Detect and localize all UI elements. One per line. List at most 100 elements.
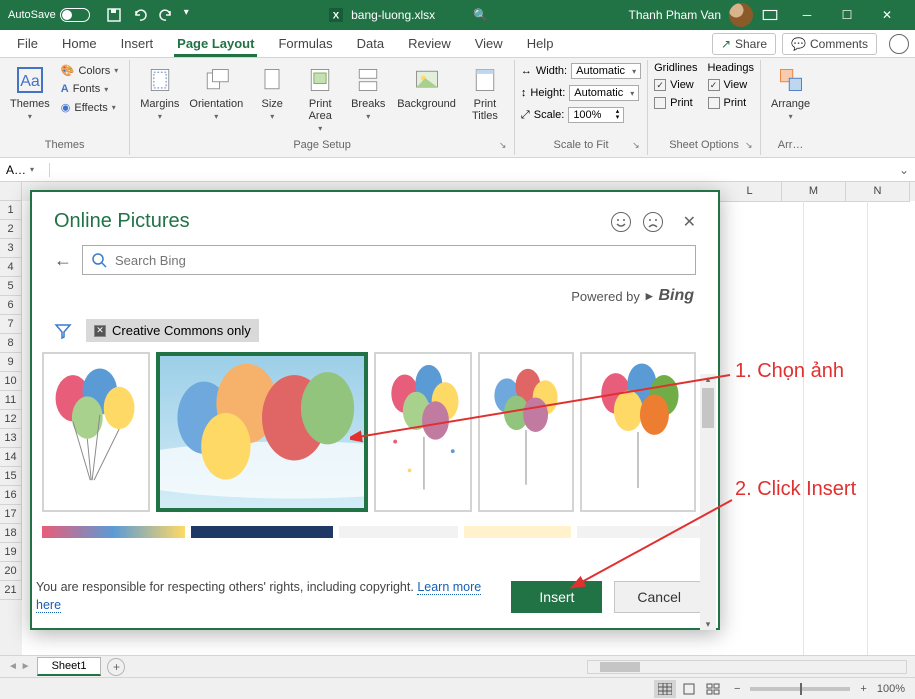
height-combo[interactable]: Automatic▾ xyxy=(569,85,639,101)
normal-view-button[interactable] xyxy=(654,680,676,698)
row-header[interactable]: 9 xyxy=(0,353,22,372)
zoom-level[interactable]: 100% xyxy=(877,683,905,695)
zoom-out-button[interactable]: − xyxy=(734,683,740,695)
save-icon[interactable] xyxy=(106,7,122,23)
row-header[interactable]: 3 xyxy=(0,239,22,258)
user-avatar[interactable] xyxy=(729,3,753,27)
row-header[interactable]: 2 xyxy=(0,220,22,239)
row-header[interactable]: 19 xyxy=(0,543,22,562)
column-header[interactable]: M xyxy=(782,182,846,202)
result-thumbnail[interactable] xyxy=(42,352,150,512)
tab-data[interactable]: Data xyxy=(346,31,395,56)
row-header[interactable]: 12 xyxy=(0,410,22,429)
cc-close-icon: ✕ xyxy=(94,325,106,337)
dialog-close-button[interactable]: ✕ xyxy=(683,212,696,232)
row-header[interactable]: 11 xyxy=(0,391,22,410)
search-icon xyxy=(91,252,107,268)
scale-launcher[interactable]: ↘ xyxy=(632,140,644,152)
headings-print-checkbox[interactable] xyxy=(708,97,720,109)
themes-button[interactable]: Aa Themes▾ xyxy=(6,62,54,123)
size-button[interactable]: Size▾ xyxy=(249,62,295,123)
tab-page-layout[interactable]: Page Layout xyxy=(166,31,265,56)
row-header[interactable]: 13 xyxy=(0,429,22,448)
gridlines-label: Gridlines xyxy=(654,62,697,74)
row-header[interactable]: 8 xyxy=(0,334,22,353)
width-icon: ↔ xyxy=(521,65,532,77)
column-header[interactable]: N xyxy=(846,182,910,202)
headings-view-checkbox[interactable]: ✓ xyxy=(708,79,720,91)
frown-feedback-icon[interactable] xyxy=(643,212,663,232)
comments-button[interactable]: 💬 Comments xyxy=(782,33,877,55)
sheet-nav[interactable]: ◄ ► xyxy=(8,661,31,672)
search-input[interactable] xyxy=(82,245,696,275)
row-header[interactable]: 4 xyxy=(0,258,22,277)
minimize-button[interactable]: ─ xyxy=(787,0,827,30)
smile-feedback-icon[interactable] xyxy=(611,212,631,232)
row-header[interactable]: 21 xyxy=(0,581,22,600)
tab-view[interactable]: View xyxy=(464,31,514,56)
group-scale-to-fit: ↔Width:Automatic▾ ↕Height:Automatic▾ ⤢Sc… xyxy=(515,60,648,155)
back-button[interactable]: ← xyxy=(54,250,72,271)
row-header[interactable]: 16 xyxy=(0,486,22,505)
tab-review[interactable]: Review xyxy=(397,31,462,56)
print-area-button[interactable]: Print Area▾ xyxy=(297,62,343,135)
tab-home[interactable]: Home xyxy=(51,31,108,56)
tab-help[interactable]: Help xyxy=(516,31,565,56)
autosave-toggle[interactable]: AutoSave xyxy=(8,8,90,22)
arrange-button[interactable]: Arrange▾ xyxy=(767,62,814,123)
name-box[interactable]: A…▾ xyxy=(0,163,50,177)
gridlines-view-checkbox[interactable]: ✓ xyxy=(654,79,666,91)
zoom-in-button[interactable]: + xyxy=(860,683,866,695)
sheet-options-launcher[interactable]: ↘ xyxy=(745,140,757,152)
redo-icon[interactable] xyxy=(158,7,174,23)
scale-spinner[interactable]: 100%▴▾ xyxy=(568,107,624,123)
feedback-icon[interactable] xyxy=(889,34,909,54)
row-header[interactable]: 17 xyxy=(0,505,22,524)
excel-app-icon: X xyxy=(329,8,343,22)
effects-button[interactable]: ◉Effects▾ xyxy=(56,99,124,116)
add-sheet-button[interactable]: + xyxy=(107,658,125,676)
svg-text:X: X xyxy=(333,11,340,22)
row-header[interactable]: 1 xyxy=(0,201,22,220)
row-header[interactable]: 6 xyxy=(0,296,22,315)
row-header[interactable]: 5 xyxy=(0,277,22,296)
colors-button[interactable]: 🎨Colors▾ xyxy=(56,62,124,79)
row-header[interactable]: 7 xyxy=(0,315,22,334)
fonts-button[interactable]: AFonts▾ xyxy=(56,81,124,97)
page-break-view-button[interactable] xyxy=(702,680,724,698)
orientation-button[interactable]: Orientation▾ xyxy=(185,62,247,123)
row-header[interactable]: 18 xyxy=(0,524,22,543)
page-setup-launcher[interactable]: ↘ xyxy=(499,140,511,152)
close-button[interactable]: ✕ xyxy=(867,0,907,30)
gridlines-print-checkbox[interactable] xyxy=(654,97,666,109)
row-header[interactable]: 10 xyxy=(0,372,22,391)
horizontal-scrollbar[interactable] xyxy=(587,660,907,674)
zoom-slider[interactable] xyxy=(750,687,850,691)
breaks-button[interactable]: Breaks▾ xyxy=(345,62,391,123)
undo-icon[interactable] xyxy=(132,7,148,23)
filter-icon[interactable] xyxy=(54,322,72,340)
print-titles-button[interactable]: Print Titles xyxy=(462,62,508,124)
select-all-corner[interactable] xyxy=(0,182,22,201)
row-header[interactable]: 14 xyxy=(0,448,22,467)
margins-button[interactable]: Margins▾ xyxy=(136,62,183,123)
row-header[interactable]: 20 xyxy=(0,562,22,581)
maximize-button[interactable]: ☐ xyxy=(827,0,867,30)
width-combo[interactable]: Automatic▾ xyxy=(571,63,641,79)
share-button[interactable]: ↗ Share xyxy=(712,33,776,55)
toggle-off-icon xyxy=(60,8,90,22)
cc-only-filter[interactable]: ✕ Creative Commons only xyxy=(86,319,259,342)
collapse-ribbon-icon[interactable]: ⌄ xyxy=(893,163,915,177)
column-header[interactable]: L xyxy=(718,182,782,202)
tab-insert[interactable]: Insert xyxy=(110,31,165,56)
background-button[interactable]: Background xyxy=(393,62,460,112)
search-field[interactable] xyxy=(115,253,687,268)
ribbon-display-icon[interactable] xyxy=(761,6,779,24)
search-icon[interactable]: 🔍 xyxy=(473,8,488,22)
page-layout-view-button[interactable] xyxy=(678,680,700,698)
sheet-tab[interactable]: Sheet1 xyxy=(37,657,102,676)
tab-formulas[interactable]: Formulas xyxy=(267,31,343,56)
row-header[interactable]: 15 xyxy=(0,467,22,486)
tab-file[interactable]: File xyxy=(6,31,49,56)
result-thumbnail-selected[interactable] xyxy=(156,352,368,512)
